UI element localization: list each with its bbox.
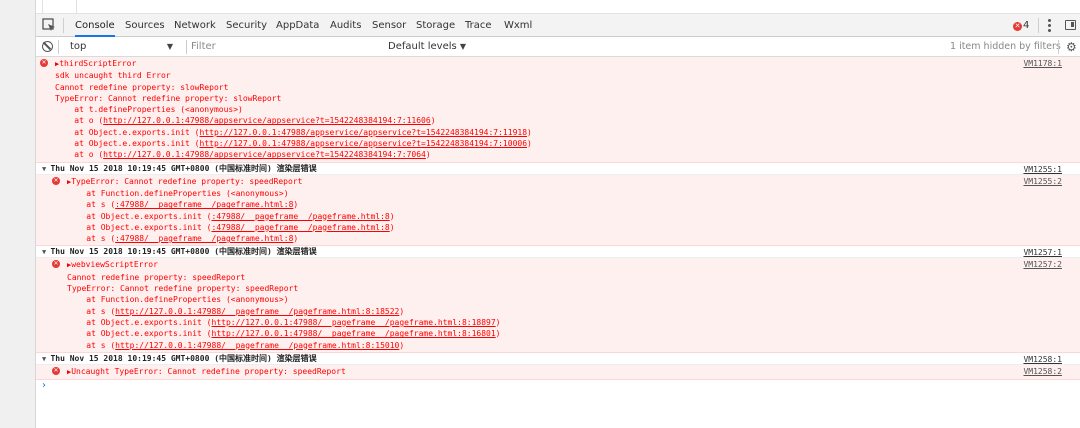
error-icon: ✕ (52, 366, 60, 375)
source-location-link[interactable]: VM1257:2 (1023, 259, 1062, 270)
console-group-header[interactable]: ▼ Thu Nov 15 2018 10:19:45 GMT+0800 (中国标… (36, 162, 1080, 175)
stack-line: at Object.e.exports.init (:47988/__pagef… (67, 211, 395, 221)
stack-line: at Object.e.exports.init (:47988/__pagef… (67, 222, 395, 232)
group-label: Thu Nov 15 2018 10:19:45 GMT+0800 (中国标准时… (50, 353, 317, 363)
settings-gear-icon[interactable]: ⚙ (1066, 41, 1078, 53)
stack-line: at Object.e.exports.init (http://127.0.0… (55, 139, 532, 149)
error-icon: ✕ (1013, 22, 1022, 31)
tab-network[interactable]: Network (174, 14, 216, 37)
hidden-items-text: 1 item hidden by filters (950, 41, 1061, 52)
tab-audits[interactable]: Audits (330, 14, 361, 37)
stack-line: at Function.defineProperties (<anonymous… (67, 188, 289, 198)
stack-line: at o (http://127.0.0.1:47988/appservice/… (55, 116, 436, 126)
tab-sources[interactable]: Sources (125, 14, 165, 37)
filter-input[interactable]: Filter (186, 40, 376, 54)
stack-source-link[interactable]: http://127.0.0.1:47988/appservice/appser… (103, 150, 426, 159)
stack-line: sdk uncaught third Error (55, 71, 171, 81)
stack-line: at Object.e.exports.init (http://127.0.0… (67, 317, 501, 327)
stack-line: at s (http://127.0.0.1:47988/__pageframe… (67, 306, 405, 316)
tab-trace[interactable]: Trace (465, 14, 492, 37)
console-error-entry[interactable]: ✕ ▶thirdScriptError sdk uncaught third Err… (36, 57, 1080, 163)
source-location-link[interactable]: VM1255:2 (1023, 176, 1062, 187)
stack-line: at Function.defineProperties (<anonymous… (67, 295, 289, 305)
stack-source-link[interactable]: http://127.0.0.1:47988/__pageframe__/pag… (212, 329, 496, 338)
error-icon: ✕ (52, 260, 60, 269)
stack-source-link[interactable]: :47988/__pageframe__/pageframe.html:8 (212, 223, 390, 232)
context-selector[interactable]: top ▼ (64, 37, 177, 57)
stack-source-link[interactable]: http://127.0.0.1:47988/__pageframe__/pag… (115, 341, 399, 350)
chevron-down-icon: ▼ (459, 42, 467, 51)
stack-source-link[interactable]: :47988/__pageframe__/pageframe.html:8 (212, 212, 390, 221)
group-label: Thu Nov 15 2018 10:19:45 GMT+0800 (中国标准时… (50, 247, 317, 257)
stack-source-link[interactable]: :47988/__pageframe__/pageframe.html:8 (115, 200, 293, 209)
top-toolbar-strip (36, 0, 1080, 14)
stack-line: at s (:47988/__pageframe__/pageframe.htm… (67, 234, 299, 244)
source-location-link[interactable]: VM1258:2 (1023, 366, 1062, 377)
console-prompt[interactable]: › (36, 380, 1080, 392)
tab-sensor[interactable]: Sensor (372, 14, 406, 37)
stack-line: at Object.e.exports.init (http://127.0.0… (55, 127, 532, 137)
expand-arrow-icon[interactable]: ▶ (67, 368, 71, 376)
error-message: ▶TypeError: Cannot redefine property: sp… (67, 176, 303, 186)
stack-line: at t.defineProperties (<anonymous>) (55, 105, 243, 115)
chevron-down-icon: ▼ (166, 42, 173, 51)
stack-line: at o (http://127.0.0.1:47988/appservice/… (55, 150, 431, 160)
expand-arrow-icon[interactable]: ▶ (67, 178, 71, 186)
source-location-link[interactable]: VM1178:1 (1023, 58, 1062, 69)
devtools-panel: Console Sources Network Security AppData Audi… (36, 14, 1080, 428)
inspect-element-icon[interactable] (42, 18, 56, 32)
error-message: ▶webviewScriptError (67, 260, 158, 270)
console-error-entry[interactable]: ✕ ▶webviewScriptError Cannot redefine prop… (36, 258, 1080, 353)
expand-arrow-icon[interactable]: ▶ (55, 60, 59, 68)
error-message: ▶Uncaught TypeError: Cannot redefine pro… (67, 366, 346, 376)
error-icon: ✕ (40, 59, 48, 67)
tab-console[interactable]: Console (75, 14, 115, 37)
error-count: 4 (1023, 20, 1030, 31)
context-value: top (70, 41, 87, 52)
tab-wxml[interactable]: Wxml (504, 14, 532, 37)
stack-source-link[interactable]: http://127.0.0.1:47988/appservice/appser… (200, 128, 528, 137)
console-group-header[interactable]: ▼ Thu Nov 15 2018 10:19:45 GMT+0800 (中国标… (36, 352, 1080, 365)
more-options-icon[interactable] (1048, 18, 1052, 33)
error-message: ▶thirdScriptError (55, 59, 137, 68)
clear-console-icon[interactable] (42, 41, 53, 52)
stack-line: TypeError: Cannot redefine property: spe… (67, 284, 299, 294)
devtools-tab-bar: Console Sources Network Security AppData Audi… (36, 14, 1080, 37)
group-label: Thu Nov 15 2018 10:19:45 GMT+0800 (中国标准时… (50, 163, 317, 173)
expand-arrow-icon[interactable]: ▶ (67, 261, 71, 269)
stack-source-link[interactable]: http://127.0.0.1:47988/appservice/appser… (200, 139, 528, 148)
levels-label: Default levels (388, 41, 457, 52)
stack-line: Cannot redefine property: slowReport (55, 82, 229, 92)
left-panel (0, 0, 36, 428)
console-error-entry[interactable]: ✕ ▶TypeError: Cannot redefine property: s… (36, 174, 1080, 247)
stack-source-link[interactable]: http://127.0.0.1:47988/__pageframe__/pag… (212, 318, 496, 327)
tab-appdata[interactable]: AppData (276, 14, 319, 37)
console-output: ✕ ▶thirdScriptError sdk uncaught third Err… (36, 57, 1080, 392)
stack-source-link[interactable]: http://127.0.0.1:47988/__pageframe__/pag… (115, 307, 399, 316)
stack-line: TypeError: Cannot redefine property: slo… (55, 93, 282, 103)
dock-side-icon[interactable] (1065, 20, 1076, 30)
tab-security[interactable]: Security (226, 14, 267, 37)
stack-source-link[interactable]: :47988/__pageframe__/pageframe.html:8 (115, 234, 293, 243)
log-levels-dropdown[interactable]: Default levels ▼ (388, 37, 466, 57)
stack-line: Cannot redefine property: speedReport (67, 272, 246, 282)
stack-source-link[interactable]: http://127.0.0.1:47988/appservice/appser… (103, 116, 431, 125)
console-group-header[interactable]: ▼ Thu Nov 15 2018 10:19:45 GMT+0800 (中国标… (36, 246, 1080, 259)
console-filter-bar: top ▼ Filter Default levels ▼ 1 item hid… (36, 37, 1080, 57)
stack-line: at s (:47988/__pageframe__/pageframe.htm… (67, 200, 299, 210)
tab-storage[interactable]: Storage (416, 14, 455, 37)
stack-line: at s (http://127.0.0.1:47988/__pageframe… (67, 340, 405, 350)
error-icon: ✕ (52, 176, 60, 185)
stack-line: at Object.e.exports.init (http://127.0.0… (67, 329, 501, 339)
error-count-badge[interactable]: ✕ 4 (1013, 19, 1029, 32)
console-error-entry[interactable]: ✕ ▶Uncaught TypeError: Cannot redefine pr… (36, 364, 1080, 381)
